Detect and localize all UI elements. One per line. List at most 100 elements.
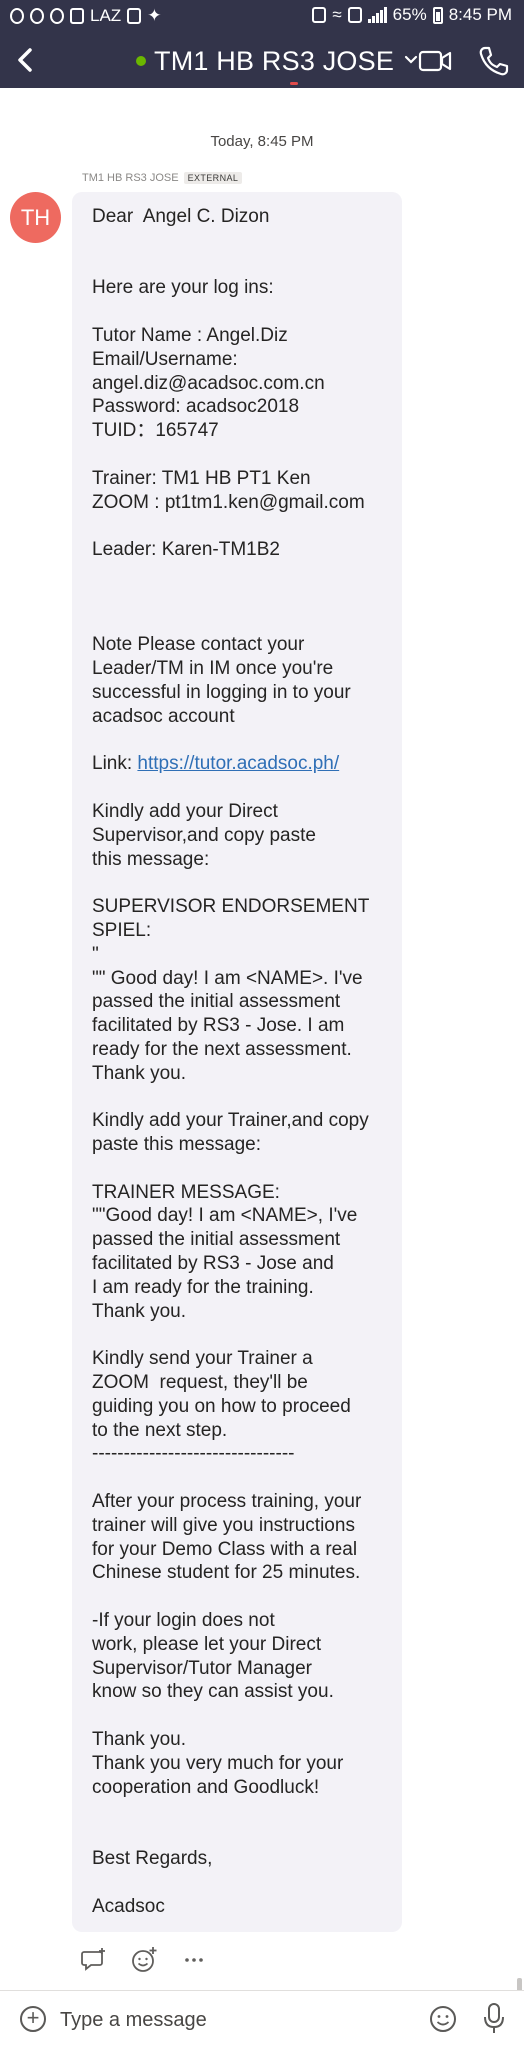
message-line: facilitated by RS3 - Jose and bbox=[92, 1253, 334, 1275]
message-line bbox=[92, 610, 397, 634]
message-line bbox=[92, 776, 397, 800]
add-reaction-icon[interactable] bbox=[130, 1946, 158, 1974]
message-line: Kindly send your Trainer a bbox=[92, 1348, 313, 1370]
message-line: Kindly add your Trainer,and copy bbox=[92, 1110, 369, 1132]
message-line bbox=[92, 1871, 397, 1895]
top-bar: LAZ ✦ ≈ 65% 8:45 PM TM1 HB RS3 JOSE bbox=[0, 0, 524, 88]
message-line bbox=[92, 729, 397, 753]
message-line: acadsoc account bbox=[92, 705, 235, 727]
message-composer: + bbox=[0, 1990, 524, 2049]
message-line: Supervisor/Tutor Manager bbox=[92, 1657, 313, 1679]
message-line bbox=[92, 1323, 397, 1347]
message-actions bbox=[80, 1946, 208, 1974]
message-input[interactable] bbox=[58, 2001, 412, 2039]
message-line: successful in logging in to your bbox=[92, 681, 351, 703]
status-left: LAZ ✦ bbox=[10, 6, 161, 26]
message-line: Best Regards, bbox=[92, 1847, 213, 1869]
message-line: SPIEL: bbox=[92, 919, 152, 941]
message-line: this message: bbox=[92, 848, 210, 870]
app-icon bbox=[70, 8, 84, 24]
external-badge: EXTERNAL bbox=[183, 172, 243, 184]
emoji-icon[interactable] bbox=[428, 2004, 458, 2034]
message-line: ZOOM request, they'll be bbox=[92, 1372, 308, 1394]
chat-title-button[interactable]: TM1 HB RS3 JOSE bbox=[136, 44, 418, 78]
message-line: After your process training, your bbox=[92, 1491, 362, 1513]
link-prefix: Link: bbox=[92, 753, 138, 775]
online-status-icon bbox=[136, 56, 146, 66]
message-line: Kindly add your Direct bbox=[92, 800, 278, 822]
message-line: passed the initial assessment bbox=[92, 991, 341, 1013]
message-line: ready for the next assessment. bbox=[92, 1038, 352, 1060]
add-icon[interactable]: + bbox=[20, 2006, 46, 2032]
message-line: Chinese student for 25 minutes. bbox=[92, 1562, 361, 1584]
chevron-down-icon bbox=[404, 52, 418, 70]
message-line bbox=[92, 586, 397, 610]
message-line: I am ready for the training. bbox=[92, 1276, 314, 1298]
message-line bbox=[92, 1466, 397, 1490]
message-line: Leader: Karen-TM1B2 bbox=[92, 539, 280, 561]
message-line: ZOOM : pt1tm1.ken@gmail.com bbox=[92, 491, 365, 513]
message-line bbox=[92, 1799, 397, 1823]
message-line bbox=[92, 1585, 397, 1609]
message-line: cooperation and Goodluck! bbox=[92, 1776, 320, 1798]
message-line bbox=[92, 514, 397, 538]
message-line bbox=[92, 1085, 397, 1109]
message-line: TRAINER MESSAGE: bbox=[92, 1181, 280, 1203]
message-line: facilitated by RS3 - Jose. I am bbox=[92, 1015, 345, 1037]
avatar[interactable]: TH bbox=[10, 192, 61, 243]
message-line: paste this message: bbox=[92, 1134, 261, 1156]
alarm-icon bbox=[312, 7, 327, 23]
message-line: Here are your log ins: bbox=[92, 277, 274, 299]
message-line bbox=[92, 1157, 397, 1181]
message-line: Password: acadsoc2018 bbox=[92, 396, 300, 418]
message-line: work, please let your Direct bbox=[92, 1633, 322, 1655]
microphone-icon[interactable] bbox=[480, 2001, 508, 2037]
message-line: TUID：165747 bbox=[92, 420, 219, 442]
sim-icon bbox=[347, 7, 362, 23]
chat-title: TM1 HB RS3 JOSE bbox=[154, 45, 395, 76]
message-line: Supervisor,and copy paste bbox=[92, 824, 316, 846]
date-separator: Today, 8:45 PM bbox=[210, 133, 314, 150]
message-line: " bbox=[92, 943, 99, 965]
back-chevron-icon[interactable] bbox=[8, 40, 42, 80]
message-line: passed the initial assessment bbox=[92, 1229, 341, 1251]
message-line: Thank you very much for your bbox=[92, 1752, 344, 1774]
message-line: for your Demo Class with a real bbox=[92, 1538, 358, 1560]
message-line: Dear Angel C. Dizon bbox=[92, 206, 270, 227]
chat-header: TM1 HB RS3 JOSE bbox=[0, 34, 524, 88]
message-line: Email/Username: bbox=[92, 348, 238, 370]
portal-link[interactable]: https://tutor.acadsoc.ph/ bbox=[137, 753, 339, 774]
message-line: -If your login does not bbox=[92, 1610, 275, 1632]
message-line bbox=[92, 1704, 397, 1728]
message-line bbox=[92, 1823, 397, 1847]
messenger-icon bbox=[50, 8, 64, 24]
unread-indicator bbox=[290, 82, 298, 85]
message-line: Note Please contact your bbox=[92, 634, 305, 656]
wifi-icon: ≈ bbox=[332, 5, 342, 24]
message-line: angel.diz@acadsoc.com.cn bbox=[92, 372, 325, 394]
message-line: SUPERVISOR ENDORSEMENT bbox=[92, 896, 370, 918]
message-line: know so they can assist you. bbox=[92, 1681, 334, 1703]
reply-icon[interactable] bbox=[80, 1946, 108, 1974]
status-app-label: LAZ bbox=[90, 6, 122, 25]
battery-percent: 65% bbox=[392, 5, 427, 24]
more-options-icon[interactable] bbox=[180, 1946, 208, 1974]
sender-line: TM1 HB RS3 JOSE EXTERNAL bbox=[82, 172, 243, 184]
message-body: Dear Angel C. Dizon Here are your log in… bbox=[92, 205, 397, 1918]
twitter-icon: ✦ bbox=[147, 6, 162, 25]
video-call-icon[interactable] bbox=[418, 48, 452, 74]
message-line: Thank you. bbox=[92, 1062, 186, 1084]
message-line: Thank you. bbox=[92, 1729, 186, 1750]
notification-icon bbox=[10, 8, 24, 24]
message-line: ""Good day! I am <NAME>, I've bbox=[92, 1205, 358, 1227]
message-line: trainer will give you instructions bbox=[92, 1514, 355, 1536]
status-right: ≈ 65% 8:45 PM bbox=[312, 5, 512, 25]
status-bar: LAZ ✦ ≈ 65% 8:45 PM bbox=[0, 0, 524, 34]
signal-icon bbox=[367, 7, 387, 23]
phone-call-icon[interactable] bbox=[476, 44, 510, 78]
message-line: to the next step. bbox=[92, 1419, 228, 1441]
message-line bbox=[92, 562, 397, 586]
image-icon bbox=[127, 8, 142, 24]
message-line: Thank you. bbox=[92, 1300, 186, 1322]
sender-name: TM1 HB RS3 JOSE bbox=[82, 172, 179, 184]
